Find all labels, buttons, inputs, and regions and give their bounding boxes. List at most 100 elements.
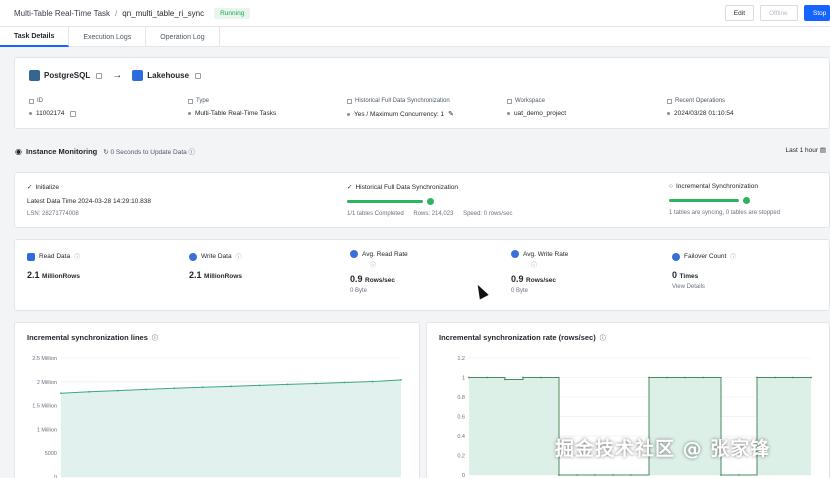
metric-unit: MillionRows (42, 273, 80, 280)
offline-button[interactable]: Offline (760, 5, 798, 21)
copy-icon[interactable] (96, 72, 103, 79)
success-icon (427, 198, 434, 205)
copy-icon[interactable] (195, 72, 202, 79)
check-icon: ✓ (27, 184, 33, 191)
bullet-icon (188, 112, 191, 115)
top-bar: Multi-Table Real-Time Task / qn_multi_ta… (0, 0, 830, 27)
data-point (558, 474, 560, 476)
bullet-icon (347, 112, 350, 116)
metric-label: Avg. Write Rate (523, 250, 569, 258)
monitoring-title: ◉ Instance Monitoring ↻ 0 Seconds to Upd… (15, 146, 196, 157)
field-value: uat_demo_project (514, 110, 567, 117)
series-area (61, 379, 401, 477)
data-point (286, 383, 289, 386)
target-name: Lakehouse (147, 71, 190, 80)
metric-unit: Times (679, 273, 699, 280)
stop-button[interactable]: Stop (804, 5, 830, 21)
data-point (315, 382, 317, 385)
stage-incremental-sync: ○ Incremental Synchronization 1 tables ar… (669, 183, 780, 216)
stage-title: Historical Full Data Synchronization (355, 183, 459, 191)
tab-execution-logs[interactable]: Execution Logs (69, 27, 147, 47)
chart-lines-svg: 2.5 Million 2 Million 1.5 Million 1 Million… (32, 356, 402, 478)
circle-icon: ○ (669, 183, 673, 190)
bullet-icon (29, 112, 32, 115)
success-icon (743, 197, 750, 204)
chart-card-lines: Incremental synchronization lines ⓘ 2.5 M… (14, 322, 420, 478)
metric-unit: Rows/sec (526, 277, 557, 284)
time-range-select[interactable]: Last 1 hour ▤ (786, 146, 827, 154)
y-tick-label: 1 Million (37, 427, 57, 433)
edit-pen-icon[interactable]: ✎ (448, 110, 454, 118)
field-value: 11002174 (36, 110, 65, 117)
time-range-label: Last 1 hour (785, 147, 819, 154)
info-icon[interactable]: ⓘ (370, 260, 408, 269)
y-tick-label: 0.2 (457, 454, 465, 460)
data-point (371, 380, 374, 383)
status-badge: Running (214, 7, 251, 19)
copy-icon[interactable] (70, 110, 77, 117)
bullet-icon (507, 112, 510, 115)
id-icon (29, 98, 34, 104)
write-data-icon (189, 252, 197, 261)
edit-button[interactable]: Edit (724, 5, 754, 21)
info-icon[interactable]: ⓘ (74, 252, 80, 261)
view-details-link[interactable]: View Details (672, 284, 736, 290)
postgresql-icon (29, 70, 40, 81)
field-label: Type (196, 98, 210, 104)
metric-unit: MillionRows (204, 273, 242, 280)
metric-read-data: Read Data ⓘ 2.1 MillionRows (27, 252, 80, 280)
data-point (258, 384, 261, 387)
write-rate-icon (511, 250, 519, 258)
info-icon[interactable]: ⓘ (531, 260, 568, 269)
info-icon[interactable]: ⓘ (730, 252, 736, 261)
tables-completed: 1/1 tables Completed (347, 211, 404, 217)
metric-value: 0.9 (350, 274, 363, 284)
y-tick-label: 0 (462, 473, 465, 478)
data-point (116, 389, 119, 392)
field-id: ID 11002174 (29, 98, 189, 117)
field-value: Multi-Table Real-Time Tasks (195, 110, 277, 117)
monitor-icon: ◉ (15, 146, 22, 156)
stage-title: Initialize (35, 183, 59, 191)
source-target-route: PostgreSQL → Lakehouse (29, 70, 202, 81)
tab-operation-log[interactable]: Operation Log (146, 27, 220, 47)
sync-stages-card: ✓ Initialize Latest Data Time 2024-03-28 … (14, 172, 830, 228)
data-point (504, 378, 506, 381)
breadcrumb-root[interactable]: Multi-Table Real-Time Task (14, 9, 110, 18)
metric-write-data: Write Data ⓘ 2.1 MillionRows (189, 252, 242, 280)
arrow-right-icon: → (112, 70, 123, 81)
breadcrumb-separator: / (115, 8, 118, 18)
tab-task-details[interactable]: Task Details (0, 27, 70, 47)
task-info-card: PostgreSQL → Lakehouse ID 11002174 Type … (14, 57, 830, 129)
data-point (756, 376, 758, 379)
data-point (720, 474, 722, 476)
metric-avg-read-rate: Avg. Read Rate ⓘ 0.9 Rows/sec 0 Byte (350, 250, 408, 294)
info-icon[interactable]: ⓘ (236, 252, 242, 261)
calendar-icon: ▤ (819, 147, 826, 154)
y-tick-label: 5000 (45, 451, 57, 457)
metric-label: Read Data (39, 253, 71, 260)
metric-label: Write Data (201, 253, 232, 260)
metric-value: 2.1 (27, 270, 40, 280)
data-point (400, 378, 402, 381)
data-point (648, 376, 650, 379)
data-point (810, 376, 812, 379)
metric-bytes: 0 Byte (350, 288, 368, 294)
lakehouse-icon (132, 70, 144, 81)
data-point (738, 474, 740, 476)
full-sync-progress (347, 198, 520, 205)
y-tick-label: 0.8 (457, 395, 465, 401)
stage-title: Incremental Synchronization (675, 183, 758, 190)
progress-bar (669, 199, 739, 202)
history-icon (347, 98, 352, 104)
field-value: Yes / Maximum Concurrency: 1 (354, 110, 445, 118)
task-name: qn_multi_table_ri_sync (122, 8, 205, 18)
refresh-hint: ↻ 0 Seconds to Update Data ⓘ (103, 149, 196, 156)
lsn-value: LSN: 28271774008 (27, 211, 79, 217)
calendar-icon (667, 98, 672, 104)
data-point (230, 385, 232, 388)
refresh-hint-text: 0 Seconds to Update Data (110, 149, 187, 156)
y-tick-label: 1.5 Million (32, 404, 57, 410)
data-point (343, 381, 346, 384)
incremental-info: 1 tables are syncing, 0 tables are stopp… (669, 210, 781, 216)
